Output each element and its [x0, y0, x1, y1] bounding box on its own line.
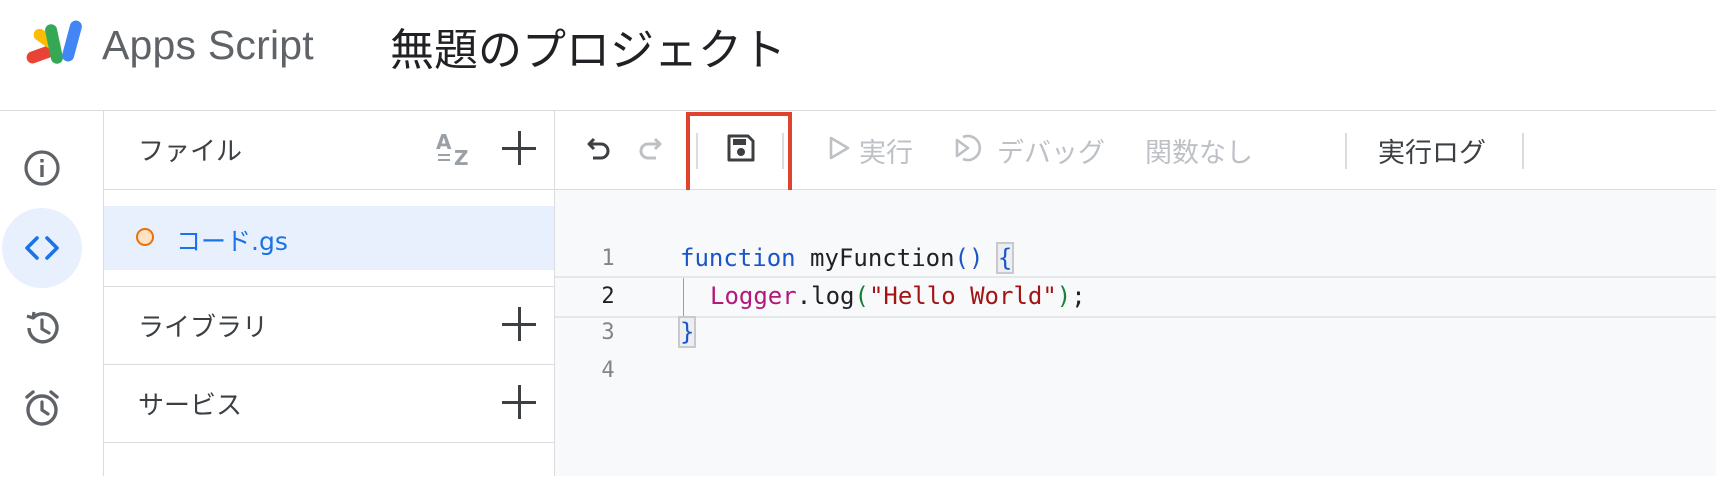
project-title[interactable]: 無題のプロジェクト: [390, 14, 786, 78]
code-open-brace: {: [995, 242, 1015, 274]
function-select[interactable]: 関数なし: [1145, 131, 1253, 170]
app-brand[interactable]: Apps Script: [102, 22, 314, 69]
code-parens: (): [954, 244, 984, 272]
debug-button[interactable]: デバッグ: [997, 131, 1105, 170]
code-text: Logger.log("Hello World");: [710, 282, 1086, 310]
undo-button[interactable]: [580, 131, 614, 165]
history-icon: [26, 311, 59, 344]
panel-divider: [104, 442, 554, 477]
redo-button[interactable]: [635, 131, 669, 165]
code-method: .log: [796, 282, 855, 310]
code-line: 1 function myFunction() {: [555, 240, 1716, 278]
code-paren-open: (: [854, 282, 869, 310]
file-name: コード.gs: [176, 227, 288, 256]
toolbar-separator: [1522, 133, 1524, 169]
code-paren-close: ): [1056, 282, 1072, 310]
run-button[interactable]: 実行: [859, 131, 913, 170]
add-file-button[interactable]: [502, 131, 536, 165]
toolbar-separator: [1345, 133, 1347, 169]
play-icon: [829, 136, 850, 160]
info-icon: [24, 150, 60, 186]
code-line: 3 }: [555, 314, 1716, 352]
code-text: }: [677, 316, 697, 348]
file-item-code-gs[interactable]: コード.gs: [104, 206, 554, 270]
left-nav-rail: [0, 111, 104, 476]
debug-icon-wrap: [953, 131, 987, 165]
rail-triggers-button[interactable]: [2, 368, 82, 448]
run-icon-wrap: [822, 131, 856, 165]
top-bar: Apps Script 無題のプロジェクト: [0, 0, 1716, 111]
line-number: 2: [601, 284, 615, 309]
code-object: Logger: [710, 282, 797, 310]
line-number: 4: [601, 358, 615, 383]
services-label: サービス: [138, 391, 243, 421]
code-icon: [25, 236, 59, 260]
files-header: ファイル A Z: [104, 111, 554, 190]
files-header-label: ファイル: [138, 137, 243, 167]
indent-guide: [683, 278, 684, 316]
redo-icon: [639, 137, 662, 160]
code-line: 4: [555, 352, 1716, 390]
rail-history-button[interactable]: [2, 288, 82, 368]
apps-script-logo-icon[interactable]: [26, 18, 90, 72]
alarm-clock-icon: [25, 390, 59, 426]
undo-icon: [587, 137, 610, 160]
files-panel: ファイル A Z コード.gs ライブラリ サービス: [104, 111, 555, 476]
add-library-button[interactable]: [502, 307, 536, 341]
line-number: 1: [601, 246, 615, 271]
sort-az-icon[interactable]: A Z: [432, 127, 476, 171]
execution-log-button[interactable]: 実行ログ: [1378, 131, 1486, 170]
code-function-name: myFunction: [810, 244, 955, 272]
code-keyword: function: [680, 244, 796, 272]
rail-overview-button[interactable]: [2, 128, 82, 208]
code-string: "Hello World": [868, 282, 1057, 310]
svg-text:Z: Z: [454, 146, 469, 170]
code-line-active: 2 Logger.log("Hello World");: [555, 276, 1716, 318]
services-section: サービス: [104, 364, 554, 443]
code-semicolon: ;: [1071, 282, 1086, 310]
save-button-highlight-box: [686, 112, 792, 196]
rail-editor-button[interactable]: [2, 208, 82, 288]
code-close-brace: }: [677, 316, 697, 348]
unsaved-status-dot: [136, 228, 154, 246]
add-service-button[interactable]: [502, 385, 536, 419]
libraries-label: ライブラリ: [138, 313, 269, 343]
code-text: function myFunction() {: [680, 242, 1015, 274]
debug-icon: [955, 134, 982, 162]
svg-text:A: A: [436, 130, 452, 154]
line-number: 3: [601, 320, 615, 345]
code-editor[interactable]: 1 function myFunction() { 2 Logger.log("…: [555, 190, 1716, 476]
libraries-section: ライブラリ: [104, 286, 554, 365]
